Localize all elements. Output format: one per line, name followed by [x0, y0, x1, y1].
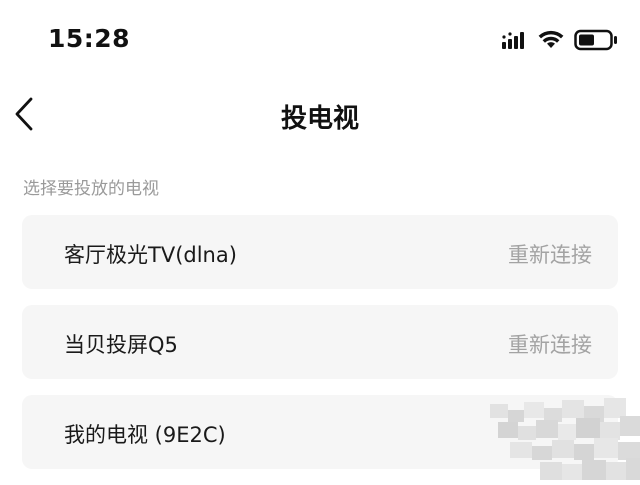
watermark — [450, 396, 640, 480]
device-name: 当贝投屏Q5 — [64, 333, 178, 357]
device-name: 我的电视 (9E2C) — [64, 423, 226, 447]
wifi-icon — [538, 30, 564, 54]
status-time: 15:28 — [48, 24, 131, 53]
status-icons — [502, 29, 618, 55]
reconnect-button[interactable]: 重新连接 — [508, 239, 592, 269]
status-bar: 15:28 — [0, 0, 640, 84]
device-name: 客厅极光TV(dlna) — [64, 243, 237, 267]
device-row[interactable]: 客厅极光TV(dlna) 重新连接 — [22, 215, 618, 289]
battery-icon — [574, 29, 618, 55]
device-row[interactable]: 当贝投屏Q5 重新连接 — [22, 305, 618, 379]
page-title: 投电视 — [280, 104, 359, 134]
section-label: 选择要投放的电视 — [23, 179, 159, 199]
signal-icon — [502, 31, 528, 53]
reconnect-button[interactable]: 重新连接 — [508, 329, 592, 359]
nav-bar: 投电视 — [0, 84, 640, 148]
